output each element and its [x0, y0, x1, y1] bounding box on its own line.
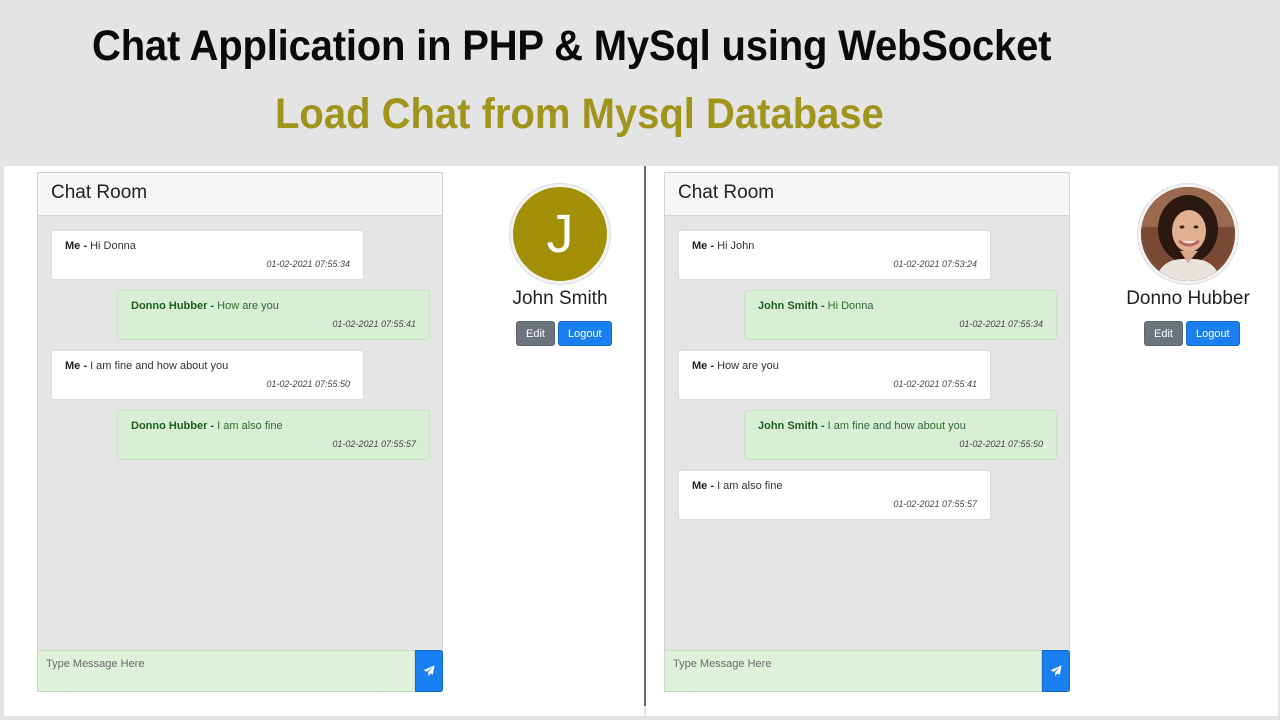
profile-actions: Edit Logout [1144, 321, 1240, 346]
message-timestamp: 01-02-2021 07:55:41 [893, 379, 977, 389]
message-text: I am also fine [217, 420, 283, 432]
edit-button[interactable]: Edit [516, 321, 555, 346]
message-sender: Me - [692, 480, 718, 492]
message-text: How are you [217, 300, 279, 312]
chat-window-john: Chat Room Me - Hi Donna 01-02-2021 07:55… [4, 166, 644, 716]
avatar-initial: J [546, 204, 574, 264]
message-sender: Donno Hubber - [131, 300, 218, 312]
send-button[interactable] [1042, 650, 1070, 692]
message-sender: John Smith - [758, 420, 828, 432]
banner-title: Chat Application in PHP & MySql using We… [92, 22, 1052, 70]
chat-message: Donno Hubber - I am also fine 01-02-2021… [117, 410, 430, 460]
message-timestamp: 01-02-2021 07:55:57 [332, 439, 416, 449]
message-text: How are you [717, 360, 779, 372]
profile-name: Donno Hubber [1126, 288, 1250, 309]
chat-message: John Smith - I am fine and how about you… [744, 410, 1057, 460]
message-sender: Me - [65, 240, 91, 252]
message-text: Hi Donna [827, 300, 874, 312]
message-text: I am fine and how about you [827, 420, 966, 432]
chat-message: Me - I am fine and how about you 01-02-2… [51, 350, 364, 400]
user-photo-icon [1141, 187, 1235, 281]
message-sender: Me - [692, 240, 718, 252]
chat-message: Donno Hubber - How are you 01-02-2021 07… [117, 290, 430, 340]
message-timestamp: 01-02-2021 07:55:57 [893, 499, 977, 509]
message-sender: Donno Hubber - [131, 420, 218, 432]
message-sender: John Smith - [758, 300, 828, 312]
profile-name: John Smith [512, 288, 608, 309]
message-sender: Me - [65, 360, 91, 372]
avatar: J [510, 184, 610, 284]
message-timestamp: 01-02-2021 07:55:34 [266, 259, 350, 269]
message-text: Hi Donna [90, 240, 136, 252]
avatar [1138, 184, 1238, 284]
edit-button[interactable]: Edit [1144, 321, 1183, 346]
chat-room-card: Chat Room Me - Hi John 01-02-2021 07:53:… [664, 172, 1070, 692]
message-composer [37, 650, 443, 692]
message-composer [664, 650, 1070, 692]
chat-room-title: Chat Room [665, 173, 1069, 216]
chat-message: Me - Hi John 01-02-2021 07:53:24 [678, 230, 991, 280]
message-timestamp: 01-02-2021 07:55:41 [332, 319, 416, 329]
banner: Chat Application in PHP & MySql using We… [0, 0, 1280, 166]
logout-button[interactable]: Logout [1185, 321, 1240, 346]
message-timestamp: 01-02-2021 07:53:24 [893, 259, 977, 269]
chat-window-donno: Chat Room Me - Hi John 01-02-2021 07:53:… [646, 166, 1278, 716]
message-input[interactable] [37, 650, 415, 692]
chat-message: John Smith - Hi Donna 01-02-2021 07:55:3… [744, 290, 1057, 340]
message-text: I am fine and how about you [90, 360, 229, 372]
message-sender: Me - [692, 360, 718, 372]
message-timestamp: 01-02-2021 07:55:50 [959, 439, 1043, 449]
profile-actions: Edit Logout [516, 321, 612, 346]
logout-button[interactable]: Logout [557, 321, 612, 346]
message-text: Hi John [717, 240, 755, 252]
chat-message: Me - I am also fine 01-02-2021 07:55:57 [678, 470, 991, 520]
chat-room-card: Chat Room Me - Hi Donna 01-02-2021 07:55… [37, 172, 443, 692]
message-input[interactable] [664, 650, 1042, 692]
chat-room-title: Chat Room [38, 173, 442, 216]
chat-message: Me - Hi Donna 01-02-2021 07:55:34 [51, 230, 364, 280]
message-text: I am also fine [717, 480, 783, 492]
banner-subtitle: Load Chat from Mysql Database [275, 90, 884, 138]
send-button[interactable] [415, 650, 443, 692]
chat-message: Me - How are you 01-02-2021 07:55:41 [678, 350, 991, 400]
paper-plane-icon [1050, 665, 1062, 677]
paper-plane-icon [423, 665, 435, 677]
message-timestamp: 01-02-2021 07:55:34 [959, 319, 1043, 329]
message-timestamp: 01-02-2021 07:55:50 [266, 379, 350, 389]
